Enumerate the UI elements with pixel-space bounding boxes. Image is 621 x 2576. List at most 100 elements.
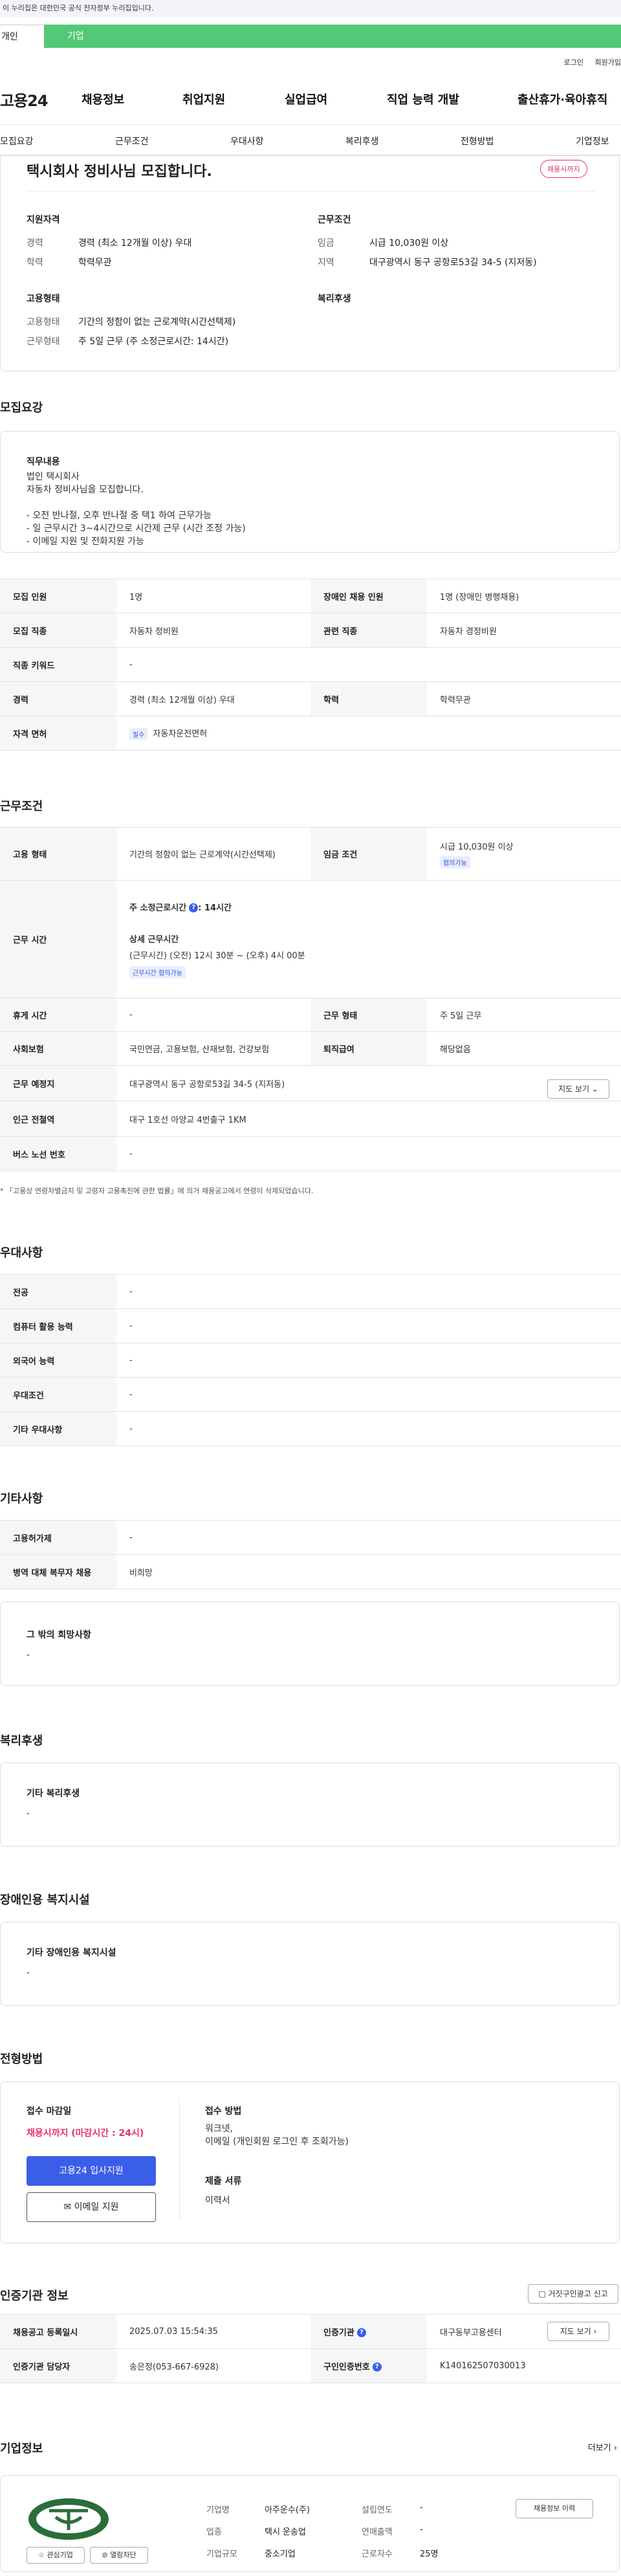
apply-button[interactable]: 고용24 입사지원 — [27, 2156, 156, 2186]
table-row: 우대조건 - — [0, 1377, 621, 1412]
work-place-label: 근무 예정지 — [0, 1065, 116, 1101]
table-row: 근무 시간 주 소정근로시간?: 14시간 상세 근무시간 (근무시간) (오전… — [0, 880, 621, 998]
headcount-value: 1명 — [116, 578, 310, 613]
agency-label: 인증기관? — [310, 2314, 427, 2349]
table-row: 기타 우대사항 - — [0, 1411, 621, 1446]
disabled-facility-section-title: 장애인용 복지시설 — [0, 1893, 90, 1907]
language-value: - — [116, 1343, 621, 1378]
info-icon[interactable]: ? — [372, 2362, 382, 2372]
gnb-item-unemployment-benefit[interactable]: 실업급여 — [285, 91, 327, 107]
employees-value: 25명 — [420, 2549, 439, 2559]
deadline-title: 접수 마감일 — [27, 2106, 72, 2117]
headcount-label: 모집 인원 — [0, 578, 116, 613]
related-job-value: 자동차 경정비원 — [427, 613, 621, 648]
cert-number-value: K140162507030013 — [427, 2348, 621, 2383]
info-icon[interactable]: ? — [189, 903, 199, 912]
report-fake-ad-label: 거짓구인광고 신고 — [548, 2289, 608, 2298]
sales-value: - — [420, 2525, 423, 2535]
disabled-hire-label: 장애인 채용 인원 — [310, 578, 427, 613]
section-nav: 모집요강 근무조건 우대사항 복리후생 전형방법 기업정보 — [0, 127, 621, 155]
career-value: 경력 (최소 12개월 이상) 우대 — [116, 681, 310, 716]
process-box: 접수 마감일 채용시까지 (마감시간 : 24시) 고용24 입사지원 ✉ 이메… — [0, 2082, 620, 2243]
gnb-item-parental-leave[interactable]: 출산휴가·육아휴직 — [518, 91, 607, 107]
chevron-right-icon: › — [613, 2443, 617, 2453]
gov-banner: 이 누리집은 대한민국 공식 전자정부 누리집입니다. — [0, 0, 621, 17]
weekly-hours-value: : 14시간 — [198, 903, 232, 913]
other-preference-value: - — [116, 1411, 621, 1446]
table-row: 컴퓨터 활용 능력 - — [0, 1308, 621, 1343]
docs-title: 제출 서류 — [205, 2176, 242, 2186]
gnb-item-training[interactable]: 직업 능력 개발 — [387, 91, 459, 107]
station-value: 대구 1호선 아양교 4번출구 1KM — [116, 1101, 621, 1137]
company-more-link[interactable]: 더보기 › — [588, 2441, 617, 2453]
signup-link[interactable]: 회원가입 — [595, 58, 621, 67]
report-fake-ad-button[interactable]: □ 거짓구인광고 신고 — [528, 2284, 618, 2304]
summary-emp-type-label: 고용형태 — [27, 317, 60, 327]
emp-type-value: 기간의 정함이 없는 근로계약(시간선택제) — [116, 827, 310, 881]
gnb-divider — [0, 124, 621, 125]
job-title: 택시회사 정비사님 모집합니다. — [27, 164, 212, 180]
status-badge: 채용시까지 — [540, 160, 587, 178]
emp-type-label: 고용 형태 — [0, 827, 116, 881]
agency-map-button[interactable]: 지도 보기 › — [547, 2322, 609, 2341]
chevron-down-icon: ⌄ — [591, 1084, 598, 1094]
wage-label: 임금 조건 — [310, 827, 427, 881]
block-view-button[interactable]: ⊘ 열람차단 — [90, 2547, 148, 2564]
info-icon[interactable]: ? — [356, 2328, 366, 2337]
cert-number-label: 구인인증번호? — [310, 2348, 427, 2383]
table-row: 인증기관 담당자 송은정(053-667-6928) 구인인증번호? K1401… — [0, 2348, 621, 2383]
table-row: 고용 형태 기간의 정함이 없는 근로계약(시간선택제) 임금 조건 시급 10… — [0, 827, 621, 881]
education-label: 학력 — [310, 681, 427, 716]
tab-company[interactable]: 기업 — [44, 25, 621, 48]
wage-value: 시급 10,030원 이상 — [440, 842, 514, 852]
map-view-button[interactable]: 지도 보기 ⌄ — [547, 1079, 609, 1099]
hiring-history-button[interactable]: 채용정보 이력 — [516, 2499, 593, 2518]
education-value: 학력무관 — [427, 681, 621, 716]
email-apply-label: 이메일 지원 — [74, 2202, 119, 2212]
break-time-label: 휴게 시간 — [0, 998, 116, 1032]
tab-personal[interactable]: 개인 — [0, 25, 44, 48]
other-wishes-box: 그 밖의 희망사항 - — [0, 1602, 620, 1686]
summary-work-type-value: 주 5일 근무 (주 소정근로시간: 14시간) — [78, 336, 229, 347]
table-row: 근무 예정지 대구광역시 동구 공항로53길 34-5 (지저동) — [0, 1065, 621, 1101]
duty-text: 법인 택시회사 자동차 정비사님을 모집합니다. - 오전 반나절, 오후 반나… — [27, 472, 246, 547]
process-section-title: 전형방법 — [0, 2053, 43, 2066]
military-service-label: 병역 대체 복무자 채용 — [0, 1554, 116, 1589]
employment-type-heading: 고용형태 — [27, 294, 60, 304]
company-name-value: 아주운수(주) — [265, 2505, 310, 2515]
company-logo — [28, 2498, 109, 2540]
table-row: 병역 대체 복무자 채용 비희망 — [0, 1554, 621, 1589]
section-nav-conditions[interactable]: 근무조건 — [115, 135, 149, 148]
condition-heading: 근무조건 — [318, 215, 351, 225]
company-name-label: 기업명 — [206, 2505, 230, 2515]
sales-label: 연매출액 — [362, 2527, 393, 2537]
summary-wage-label: 임금 — [318, 238, 334, 248]
deadline-value: 채용시까지 (마감시간 : 24시) — [27, 2128, 144, 2139]
login-link[interactable]: 로그인 — [564, 58, 583, 67]
table-row: 휴게 시간 - 근무 형태 주 5일 근무 — [0, 998, 621, 1032]
gnb-item-jobs[interactable]: 채용정보 — [82, 91, 124, 107]
industry-value: 택시 운송업 — [265, 2527, 306, 2537]
company-more-label: 더보기 — [587, 2443, 611, 2453]
section-nav-preferences[interactable]: 우대사항 — [230, 135, 264, 148]
license-label: 자격 면허 — [0, 716, 116, 751]
cert-number-label-text: 구인인증번호 — [323, 2362, 370, 2372]
email-apply-button[interactable]: ✉ 이메일 지원 — [27, 2192, 156, 2222]
disabled-facility-box-title: 기타 장애인용 복지시설 — [27, 1948, 116, 1958]
favorite-company-button[interactable]: ☆ 관심기업 — [27, 2547, 85, 2564]
company-section-title: 기업정보 — [0, 2442, 43, 2456]
gnb-item-employment-support[interactable]: 취업지원 — [182, 91, 225, 107]
table-row: 고용허가제 - — [0, 1520, 621, 1555]
table-row: 채용공고 등록일시 2025.07.03 15:54:35 인증기관? 대구동부… — [0, 2314, 621, 2349]
section-nav-process[interactable]: 전형방법 — [461, 135, 494, 148]
weekly-hours: 주 소정근로시간?: 14시간 — [129, 901, 608, 913]
welfare-box-value: - — [27, 1809, 30, 1819]
career-label: 경력 — [0, 681, 116, 716]
preferred-condition-label: 우대조건 — [0, 1377, 116, 1412]
section-nav-welfare[interactable]: 복리후생 — [345, 135, 379, 148]
summary-wage-value: 시급 10,030원 이상 — [369, 238, 449, 248]
section-nav-recruit[interactable]: 모집요강 — [0, 135, 34, 148]
company-box: ☆ 관심기업 ⊘ 열람차단 기업명 아주운수(주) 설립연도 - 업종 택시 운… — [0, 2475, 620, 2572]
section-nav-company[interactable]: 기업정보 — [576, 135, 609, 148]
site-logo[interactable]: 고용24 — [0, 88, 49, 111]
